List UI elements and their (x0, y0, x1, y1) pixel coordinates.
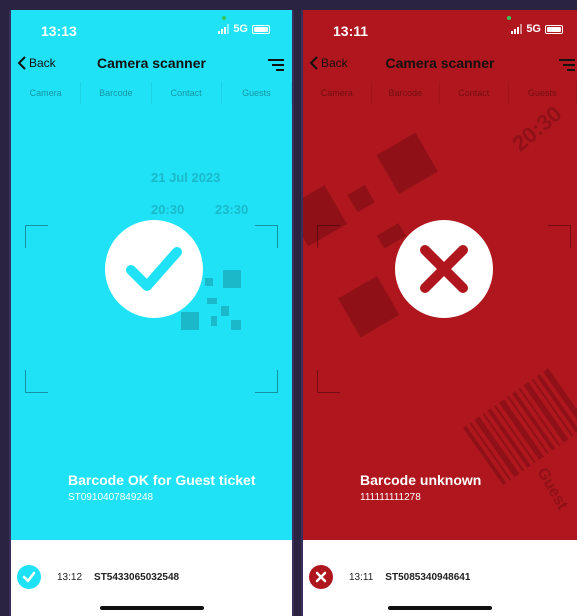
ticket-time-faint: 20:30 (151, 202, 185, 217)
scan-frame-corner (255, 225, 278, 248)
nav-bar: Back Camera scanner (303, 50, 577, 82)
network-type: 5G (233, 23, 248, 35)
cross-circle-icon (309, 565, 333, 589)
menu-icon[interactable] (559, 58, 575, 72)
page-title: Camera scanner (385, 55, 495, 71)
status-time: 13:11 (333, 23, 369, 39)
tab-barcode[interactable]: Barcode (81, 82, 152, 104)
history-time: 13:12 (57, 571, 83, 583)
history-code: ST5433065032548 (94, 571, 180, 583)
scan-frame-corner (25, 370, 48, 393)
scan-frame-corner (548, 225, 571, 248)
tab-guests[interactable]: Guests (222, 82, 292, 104)
result-title: Barcode OK for Guest ticket (68, 472, 256, 488)
scan-frame-corner (317, 225, 340, 248)
camera-indicator-icon (507, 16, 511, 20)
history-time: 13:11 (349, 571, 374, 583)
scan-frame-corner (255, 370, 278, 393)
ticket-type-faint: Guest (533, 464, 571, 513)
home-indicator[interactable] (99, 606, 204, 610)
status-icons: 5G (218, 23, 270, 35)
page-title: Camera scanner (97, 55, 206, 71)
result-title: Barcode unknown (360, 472, 482, 488)
ticket-time-faint-2: 23:30 (215, 202, 249, 217)
scan-frame-corner (25, 225, 48, 248)
cross-icon (420, 245, 468, 293)
history-row[interactable]: 13:12 ST5433065032548 (17, 564, 292, 590)
camera-indicator-icon (222, 16, 226, 20)
scan-history: 13:11 ST5085340948641 (303, 540, 577, 616)
ticket-time-faint: 20:30 (507, 100, 567, 157)
home-indicator[interactable] (388, 606, 492, 610)
status-bar: 13:11 5G (303, 10, 577, 50)
tab-barcode[interactable]: Barcode (372, 82, 440, 104)
scanner-tabs: Camera Barcode Contact Guests (303, 82, 577, 104)
scan-history: 13:12 ST5433065032548 (11, 540, 292, 616)
scanner-screen-error: 13:11 5G Back Camera scanner Camera Barc… (301, 10, 577, 616)
tab-contact[interactable]: Contact (440, 82, 509, 104)
history-code: ST5085340948641 (385, 571, 471, 583)
tab-camera[interactable]: Camera (303, 82, 372, 104)
result-badge (105, 220, 203, 318)
nav-bar: Back Camera scanner (11, 50, 292, 82)
check-circle-icon (17, 565, 41, 589)
menu-icon[interactable] (268, 58, 284, 72)
tab-guests[interactable]: Guests (509, 82, 577, 104)
history-row[interactable]: 13:11 ST5085340948641 (309, 564, 577, 590)
status-time: 13:13 (41, 23, 77, 39)
tab-contact[interactable]: Contact (152, 82, 222, 104)
status-icons: 5G (511, 23, 563, 35)
ticket-date-faint: 21 Jul 2023 (151, 170, 221, 185)
barcode-faint-icon (462, 368, 577, 486)
scan-frame-corner (317, 370, 340, 393)
battery-icon (545, 24, 563, 34)
result-barcode: 111111111278 (360, 492, 421, 503)
result-barcode: ST0910407849248 (68, 492, 154, 503)
battery-icon (252, 24, 270, 34)
scanner-tabs: Camera Barcode Contact Guests (11, 82, 292, 104)
tab-camera[interactable]: Camera (11, 82, 82, 104)
status-bar: 13:13 5G (11, 10, 292, 50)
network-type: 5G (526, 23, 541, 35)
check-icon (126, 247, 182, 291)
scanner-screen-success: 13:13 5G Back Camera scanner Camera Barc… (9, 10, 294, 616)
result-badge (395, 220, 493, 318)
signal-icon (511, 24, 523, 34)
signal-icon (218, 24, 230, 34)
